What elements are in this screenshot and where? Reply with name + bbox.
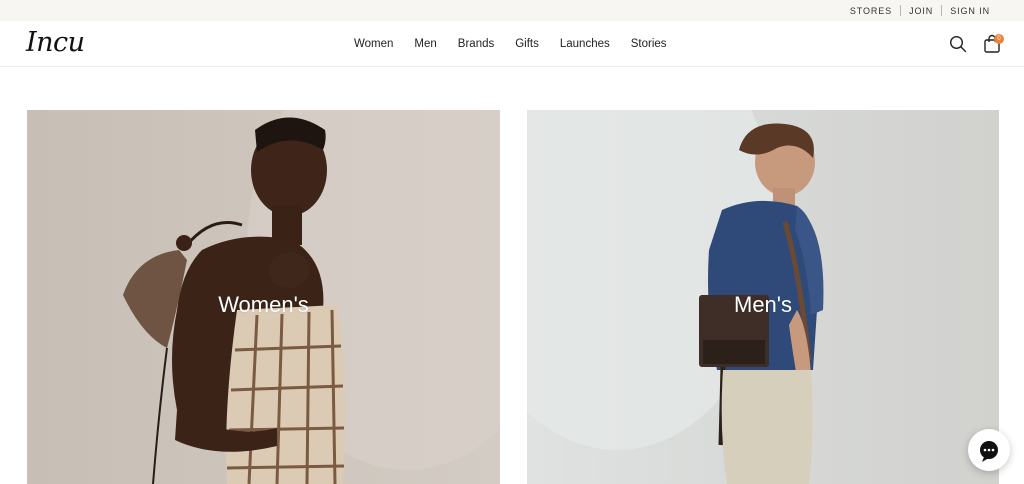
nav-item-launches[interactable]: Launches	[560, 38, 610, 50]
search-icon	[949, 35, 967, 53]
nav-item-men[interactable]: Men	[414, 38, 436, 50]
nav-item-brands[interactable]: Brands	[458, 38, 494, 50]
mens-category-tile[interactable]: Men's	[527, 110, 999, 484]
womens-category-tile[interactable]: Women's	[27, 110, 500, 484]
join-link[interactable]: JOIN	[901, 5, 941, 17]
nav-item-gifts[interactable]: Gifts	[515, 38, 539, 50]
chat-button[interactable]	[968, 429, 1010, 471]
nav-item-stories[interactable]: Stories	[631, 38, 667, 50]
utility-bar: STORES JOIN SIGN IN	[0, 0, 1024, 21]
site-header: Incu Women Men Brands Gifts Launches Sto…	[0, 21, 1024, 67]
main-nav: Women Men Brands Gifts Launches Stories	[354, 21, 667, 67]
stores-link[interactable]: STORES	[842, 5, 900, 17]
site-logo[interactable]: Incu	[26, 27, 85, 58]
search-button[interactable]	[949, 35, 967, 53]
cart-count-badge: 0	[994, 34, 1004, 44]
womens-tile-label: Women's	[218, 292, 309, 317]
chat-icon	[980, 441, 998, 462]
sign-in-link[interactable]: SIGN IN	[942, 5, 998, 17]
nav-item-women[interactable]: Women	[354, 38, 393, 50]
mens-tile-label: Men's	[734, 292, 792, 317]
